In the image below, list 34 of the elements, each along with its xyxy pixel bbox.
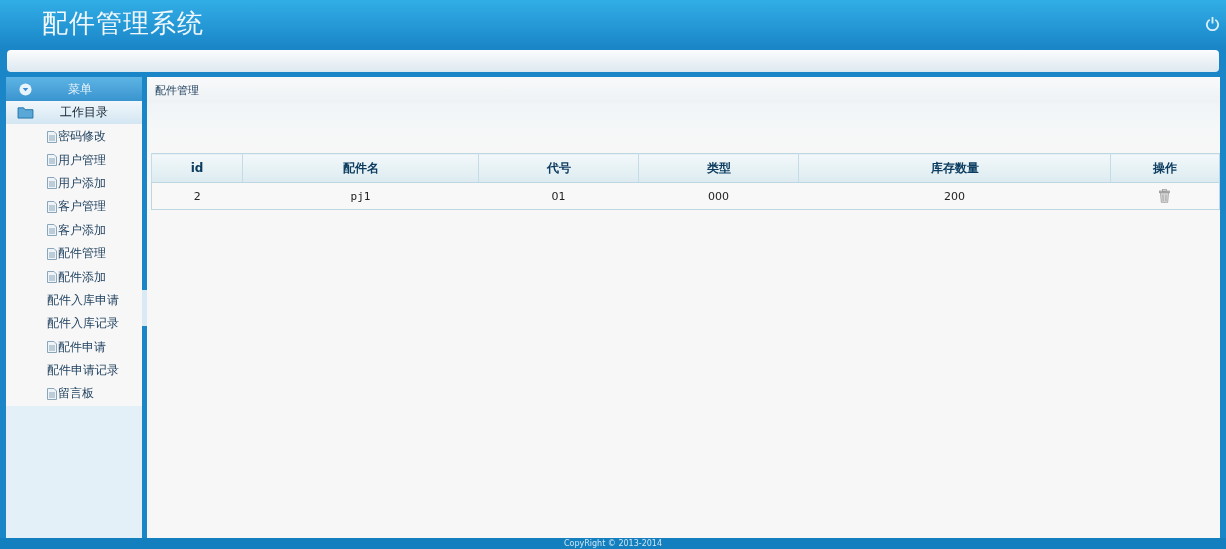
splitter-handle[interactable]	[142, 289, 147, 326]
sidebar-link[interactable]: 配件入库申请	[47, 291, 119, 309]
column-header[interactable]: 配件名	[242, 153, 479, 183]
menu-title: 菜单	[68, 80, 92, 98]
table-cell: 200	[798, 182, 1111, 210]
sidebar-link[interactable]: 密码修改	[58, 128, 106, 146]
sidebar-link[interactable]: 配件管理	[58, 245, 106, 263]
power-icon[interactable]	[1205, 16, 1220, 31]
table-cell: 01	[478, 182, 639, 210]
page-title: 配件管理	[155, 82, 199, 98]
table-cell: 2	[151, 182, 243, 210]
trash-icon[interactable]	[1159, 189, 1171, 203]
sidebar-link[interactable]: 配件申请	[58, 338, 106, 356]
table-cell: 000	[638, 182, 799, 210]
sidebar-link[interactable]: 客户管理	[58, 198, 106, 216]
sidebar-link[interactable]: 配件入库记录	[47, 315, 119, 333]
folder-icon	[17, 106, 34, 119]
group-label: 工作目录	[60, 104, 108, 121]
sidebar-link[interactable]: 用户管理	[58, 151, 106, 169]
sidebar-link[interactable]: 留言板	[58, 385, 94, 403]
sidebar-link[interactable]: 用户添加	[58, 174, 106, 192]
collapse-icon[interactable]	[19, 82, 32, 96]
column-header[interactable]: 操作	[1110, 153, 1220, 183]
column-header[interactable]: 代号	[478, 153, 639, 183]
sidebar-link[interactable]: 配件申请记录	[47, 362, 119, 380]
table-cell: pj1	[242, 182, 479, 210]
column-header[interactable]: id	[151, 153, 243, 183]
copyright-text: CopyRight © 2013-2014	[563, 539, 663, 548]
column-header[interactable]: 类型	[638, 153, 799, 183]
sidebar-link[interactable]: 配件添加	[58, 268, 106, 286]
sidebar-link[interactable]: 客户添加	[58, 221, 106, 239]
column-header[interactable]: 库存数量	[798, 153, 1111, 183]
folder-group[interactable]: 工作目录	[6, 101, 143, 124]
app-title: 配件管理系统	[42, 7, 204, 40]
